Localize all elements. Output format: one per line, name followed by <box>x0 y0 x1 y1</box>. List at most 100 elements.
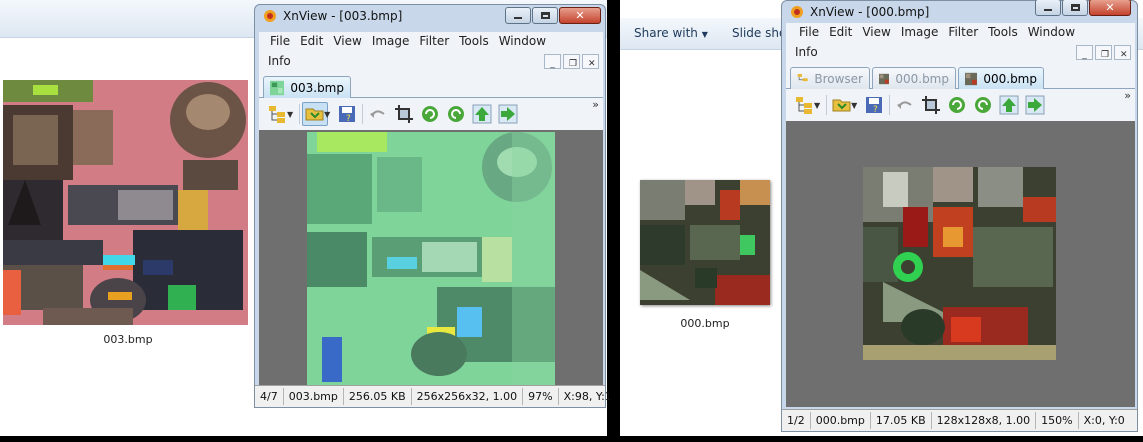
crop-icon <box>395 105 414 123</box>
menu-file[interactable]: File <box>794 23 824 42</box>
rotate-right-button[interactable] <box>970 93 996 117</box>
undo-button[interactable] <box>365 102 391 126</box>
menu-edit[interactable]: Edit <box>824 23 857 42</box>
mdi-close-button[interactable]: ✕ <box>1114 45 1131 60</box>
previous-button[interactable] <box>469 102 495 126</box>
menu-file[interactable]: File <box>265 32 295 51</box>
rotate-right-button[interactable] <box>443 102 469 126</box>
rotate-left-icon <box>949 97 966 113</box>
toolbar-separator <box>826 95 828 115</box>
tab-label: 000.bmp <box>895 71 949 86</box>
toolbar-separator <box>362 104 364 124</box>
rotate-left-icon <box>422 106 439 122</box>
menu-filter[interactable]: Filter <box>414 32 454 51</box>
menu-image[interactable]: Image <box>896 23 944 42</box>
menu-image[interactable]: Image <box>367 32 415 51</box>
tab-bar: 003.bmp <box>259 72 603 98</box>
save-button[interactable]: ? <box>861 93 887 117</box>
next-button[interactable] <box>1022 93 1048 117</box>
status-filename: 003.bmp <box>284 388 344 405</box>
chevron-down-icon[interactable]: ▼ <box>324 110 330 119</box>
status-bar: 4/7 003.bmp 256.05 KB 256x256x32, 1.00 9… <box>255 385 612 407</box>
chevron-down-icon[interactable]: ▼ <box>851 101 857 110</box>
toolbar-separator <box>889 95 891 115</box>
tab-000-inactive[interactable]: 000.bmp <box>872 67 956 89</box>
minimize-button[interactable] <box>505 7 531 24</box>
menu-window[interactable]: Window <box>494 32 551 51</box>
menu-info[interactable]: Info <box>263 52 296 71</box>
mdi-minimize-button[interactable]: _ <box>544 54 561 69</box>
mdi-close-button[interactable]: ✕ <box>582 54 599 69</box>
maximize-button[interactable] <box>1062 0 1088 16</box>
maximize-button[interactable] <box>532 7 558 24</box>
undo-icon <box>370 110 385 118</box>
mdi-restore-button[interactable]: ❐ <box>1095 45 1112 60</box>
thumbnail-003[interactable] <box>3 80 248 325</box>
arrow-up-icon <box>472 104 492 124</box>
menu-tools[interactable]: Tools <box>983 23 1023 42</box>
mdi-minimize-button[interactable]: _ <box>1076 45 1093 60</box>
rotate-left-button[interactable] <box>944 93 970 117</box>
image-thumbnail-icon <box>965 72 978 85</box>
mdi-controls: _ ❐ ✕ <box>542 54 599 69</box>
status-position: 1/2 <box>782 412 811 429</box>
close-icon: ✕ <box>575 9 585 22</box>
chevron-down-icon[interactable]: ▼ <box>814 101 820 110</box>
minimize-icon <box>514 17 522 19</box>
save-icon: ? <box>866 97 883 115</box>
minimize-icon <box>1044 9 1052 11</box>
tab-browser[interactable]: Browser <box>790 67 870 89</box>
thumbnail-000[interactable] <box>640 180 770 305</box>
image-thumbnail-icon <box>879 73 890 84</box>
undo-button[interactable] <box>892 93 918 117</box>
rotate-right-icon <box>975 97 992 113</box>
xnview-window-000: XnView - [000.bmp] ✕ File Edit View Image Fi… <box>781 0 1138 432</box>
menu-edit[interactable]: Edit <box>295 32 328 51</box>
crop-button[interactable] <box>391 102 417 126</box>
chevron-down-icon[interactable]: ▼ <box>287 110 293 119</box>
toolbar: ▼ ▼ ? » <box>259 98 603 130</box>
open-folder-icon <box>305 108 324 121</box>
toolbar-overflow-button[interactable]: » <box>1124 89 1131 102</box>
slideshow-button[interactable]: Slide sho <box>732 26 786 40</box>
crop-icon <box>922 96 941 114</box>
svg-text:?: ? <box>873 105 878 115</box>
share-with-label: Share with <box>634 26 698 40</box>
next-button[interactable] <box>495 102 521 126</box>
chevron-down-icon: ▼ <box>701 30 708 39</box>
menu-view[interactable]: View <box>328 32 366 51</box>
previous-button[interactable] <box>996 93 1022 117</box>
menu-filter[interactable]: Filter <box>943 23 983 42</box>
minimize-button[interactable] <box>1035 0 1061 16</box>
menu-view[interactable]: View <box>857 23 895 42</box>
image-thumbnail-icon <box>270 80 285 95</box>
save-button[interactable]: ? <box>334 102 360 126</box>
status-zoom: 97% <box>523 388 559 405</box>
image-viewport[interactable] <box>259 130 603 385</box>
maximize-icon <box>540 12 550 19</box>
menu-tools[interactable]: Tools <box>454 32 494 51</box>
toolbar-overflow-button[interactable]: » <box>592 98 599 111</box>
toolbar: ▼ ▼ ? » <box>786 89 1135 121</box>
status-dimensions: 128x128x8, 1.00 <box>932 412 1037 429</box>
close-button[interactable]: ✕ <box>559 7 601 24</box>
menu-info[interactable]: Info <box>790 43 823 62</box>
status-dimensions: 256x256x32, 1.00 <box>412 388 524 405</box>
desktop: 003.bmp Share with ▼ Slide sho 000.bmp X… <box>0 0 1143 442</box>
tab-000-active[interactable]: 000.bmp <box>958 67 1044 89</box>
arrow-right-icon <box>498 104 518 124</box>
thumbnail-caption: 003.bmp <box>103 333 153 346</box>
rotate-left-button[interactable] <box>417 102 443 126</box>
crop-button[interactable] <box>918 93 944 117</box>
share-with-button[interactable]: Share with ▼ <box>634 26 708 40</box>
image-viewport[interactable] <box>786 121 1135 407</box>
status-zoom: 150% <box>1036 412 1079 429</box>
menu-window[interactable]: Window <box>1023 23 1080 42</box>
arrow-up-icon <box>999 95 1019 115</box>
toolbar-separator <box>299 104 301 124</box>
mdi-restore-button[interactable]: ❐ <box>563 54 580 69</box>
tab-003[interactable]: 003.bmp <box>263 76 351 98</box>
close-button[interactable]: ✕ <box>1089 0 1131 16</box>
tab-label: Browser <box>814 71 863 86</box>
status-coordinates: X:98, Y:1 <box>563 390 612 403</box>
